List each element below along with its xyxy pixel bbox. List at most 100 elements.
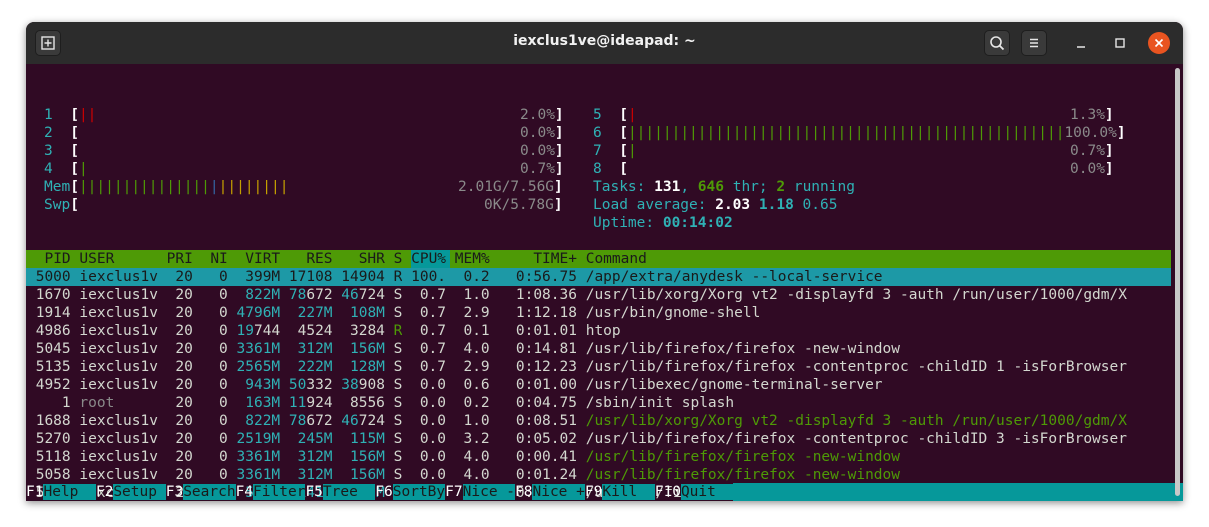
column-header-pid: PID [27,251,71,267]
cell-pri: 20 [175,323,193,339]
fkey-label-f2[interactable]: Setup [113,484,166,500]
cell-s: S [393,413,403,429]
cell-pid: 5045 [35,341,71,357]
cell-shr: 8556 [349,395,385,411]
fkey-f1[interactable]: F1 [26,484,43,500]
title-bar: iexclus1ve@ideapad: ~ [26,22,1183,64]
cell-pid: 5000 [35,269,71,285]
fkey-label-f7[interactable]: Nice - [462,484,516,500]
table-row[interactable]: 5118 iexclus1v 20 0 3361M 312M 156M S 0.0 4.0 0:00… [26,448,1171,466]
fkey-label-f3[interactable]: Search [183,484,236,500]
minimize-button[interactable] [1070,32,1092,54]
cell-res: 50332 [288,377,333,393]
cell-cpu: 0.0 [419,377,447,393]
cell-res: 312M [297,341,333,357]
cell-command: /sbin/init splash [585,395,735,411]
fkey-label-f6[interactable]: SortBy [392,484,446,500]
table-row[interactable]: 5000 iexclus1v 20 0 399M 17108 14904 R 100. 0.2 0:… [26,268,1171,286]
fkey-label-f4[interactable]: Filter [253,484,306,500]
cell-mem: 0.2 [463,269,490,285]
column-header-ni: NI [210,251,228,267]
fkey-label-f10[interactable]: Quit [680,484,734,500]
terminal-content[interactable]: 1 [|| 2.0%] 2 [ 0.0%] 3 [ 0.0%] 4 [| 0.7… [26,64,1183,501]
table-row[interactable]: 1 root 20 0 163M 11924 8556 S 0.0 0.2 0:04.75/sbin… [26,394,1171,412]
cell-ni: 0 [219,305,228,321]
fkey-label-f1[interactable]: Help [43,484,96,500]
table-row[interactable]: 4986 iexclus1v 20 0 19744 4524 3284 R 0.7 0.1 0:01… [26,322,1171,340]
fkey-label-f8[interactable]: Nice + [532,484,585,500]
cell-virt: 943M [245,377,281,393]
search-button[interactable] [984,30,1010,56]
cell-cpu: 0.7 [419,305,447,321]
cell-virt: 2519M [236,431,281,447]
table-row[interactable]: 5045 iexclus1v 20 0 3361M 312M 156M S 0.7 4.0 0:14… [26,340,1171,358]
fkey-label-f5[interactable]: Tree [322,484,376,500]
cell-cpu: 0.0 [419,449,447,465]
fkey-f5[interactable]: F5 [305,484,322,500]
cell-virt: 19744 [236,323,281,339]
cell-res: 78672 [288,413,333,429]
search-icon [990,36,1005,51]
cpu-meter-2: 2 [ [44,125,79,141]
cell-time: 0:05.02 [515,431,577,447]
fkey-f9[interactable]: F9 [585,484,602,500]
cell-res: 4524 [297,323,333,339]
cell-mem: 4.0 [463,467,490,483]
process-table-header: PID USER PRI NI VIRT RES SHR S CPU% MEM% TIME+ Comm… [26,250,1171,268]
cpu-meter-4: 4 [| [44,161,88,177]
cell-s: R [393,269,403,285]
cpu-meter-3: 3 [ [44,143,79,159]
cell-user: iexclus1v [79,323,158,339]
cell-command: /usr/lib/firefox/firefox -contentproc -c… [585,359,1127,375]
fkey-label-f9[interactable]: Kill [602,484,655,500]
cell-time: 1:12.18 [515,305,577,321]
cell-shr: 46724 [341,287,385,303]
cell-pid: 1914 [35,305,71,321]
table-row[interactable]: 5058 iexclus1v 20 0 3361M 312M 156M S 0.0 4.0 0:01… [26,466,1171,484]
cell-shr: 128M [349,359,385,375]
cell-res: 78672 [288,287,333,303]
cell-s: S [393,287,403,303]
cell-s: R [393,323,403,339]
fkey-f8[interactable]: F8 [515,484,532,500]
cell-time: 0:56.75 [515,269,577,285]
mem-meter-value: 2.01G/7.56G] [458,179,563,195]
table-row[interactable]: 5270 iexclus1v 20 0 2519M 245M 115M S 0.0 3.2 0:05… [26,430,1171,448]
fkey-f4[interactable]: F4 [236,484,253,500]
cpu-meter-8-value: 0.0%] [1070,161,1114,177]
menu-button[interactable] [1021,30,1047,56]
table-row[interactable]: 4952 iexclus1v 20 0 943M 50332 38908 S 0.0 0.6 0:0… [26,376,1171,394]
cell-cpu: 100. [411,269,447,285]
column-header-cpu: CPU% [411,250,451,268]
fkey-f6[interactable]: F6 [375,484,392,500]
cell-command: /app/extra/anydesk --local-service [585,269,883,285]
table-row[interactable]: 1914 iexclus1v 20 0 4796M 227M 108M S 0.7 2.9 1:12… [26,304,1171,322]
cell-pri: 20 [175,395,193,411]
cell-command: htop [585,323,621,339]
cell-pid: 5135 [35,359,71,375]
scrollbar[interactable] [1175,68,1180,496]
fkey-f2[interactable]: F2 [96,484,113,500]
fkey-f3[interactable]: F3 [166,484,183,500]
cell-pid: 5270 [35,431,71,447]
close-button[interactable] [1148,32,1170,54]
cell-shr: 14904 [341,269,385,285]
column-header-res: RES [306,251,333,267]
cpu-meter-4-value: 0.7%] [520,161,564,177]
cell-pri: 20 [175,341,193,357]
load-average: Load average: 2.03 1.18 0.65 [593,197,838,213]
fkey-f10[interactable]: F10 [655,484,681,500]
column-header-user: USER [79,251,115,267]
fkey-f7[interactable]: F7 [445,484,462,500]
table-row[interactable]: 5135 iexclus1v 20 0 2565M 222M 128M S 0.7 2.9 0:12… [26,358,1171,376]
cell-res: 11924 [288,395,333,411]
cell-ni: 0 [219,341,228,357]
cell-cpu: 0.7 [419,341,447,357]
cell-time: 0:04.75 [515,395,577,411]
table-row[interactable]: 1670 iexclus1v 20 0 822M 78672 46724 S 0.7 1.0 1:0… [26,286,1171,304]
cell-shr: 46724 [341,413,385,429]
maximize-button[interactable] [1109,32,1131,54]
table-row[interactable]: 1688 iexclus1v 20 0 822M 78672 46724 S 0.0 1.0 0:0… [26,412,1171,430]
cell-user: iexclus1v [79,449,158,465]
cpu-meter-7-value: 0.7%] [1070,143,1114,159]
